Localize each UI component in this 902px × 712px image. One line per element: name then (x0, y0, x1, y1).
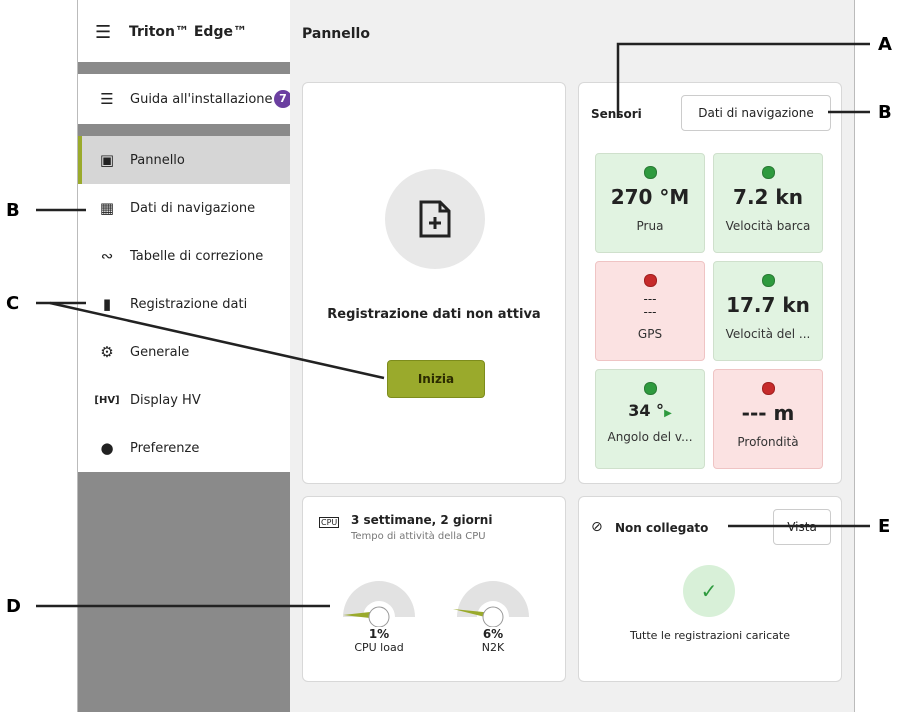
annotation-line-c-2 (49, 301, 385, 380)
annotation-label-b-right: B (878, 102, 892, 123)
annotation-label-a: A (878, 34, 892, 55)
annotation-label-c: C (6, 293, 20, 314)
annotation-lines (36, 42, 870, 608)
annotation-label-d: D (6, 596, 21, 617)
annotation-label-e: E (878, 516, 891, 537)
annotation-line-a (616, 42, 870, 118)
annotation-label-b-left: B (6, 200, 20, 221)
